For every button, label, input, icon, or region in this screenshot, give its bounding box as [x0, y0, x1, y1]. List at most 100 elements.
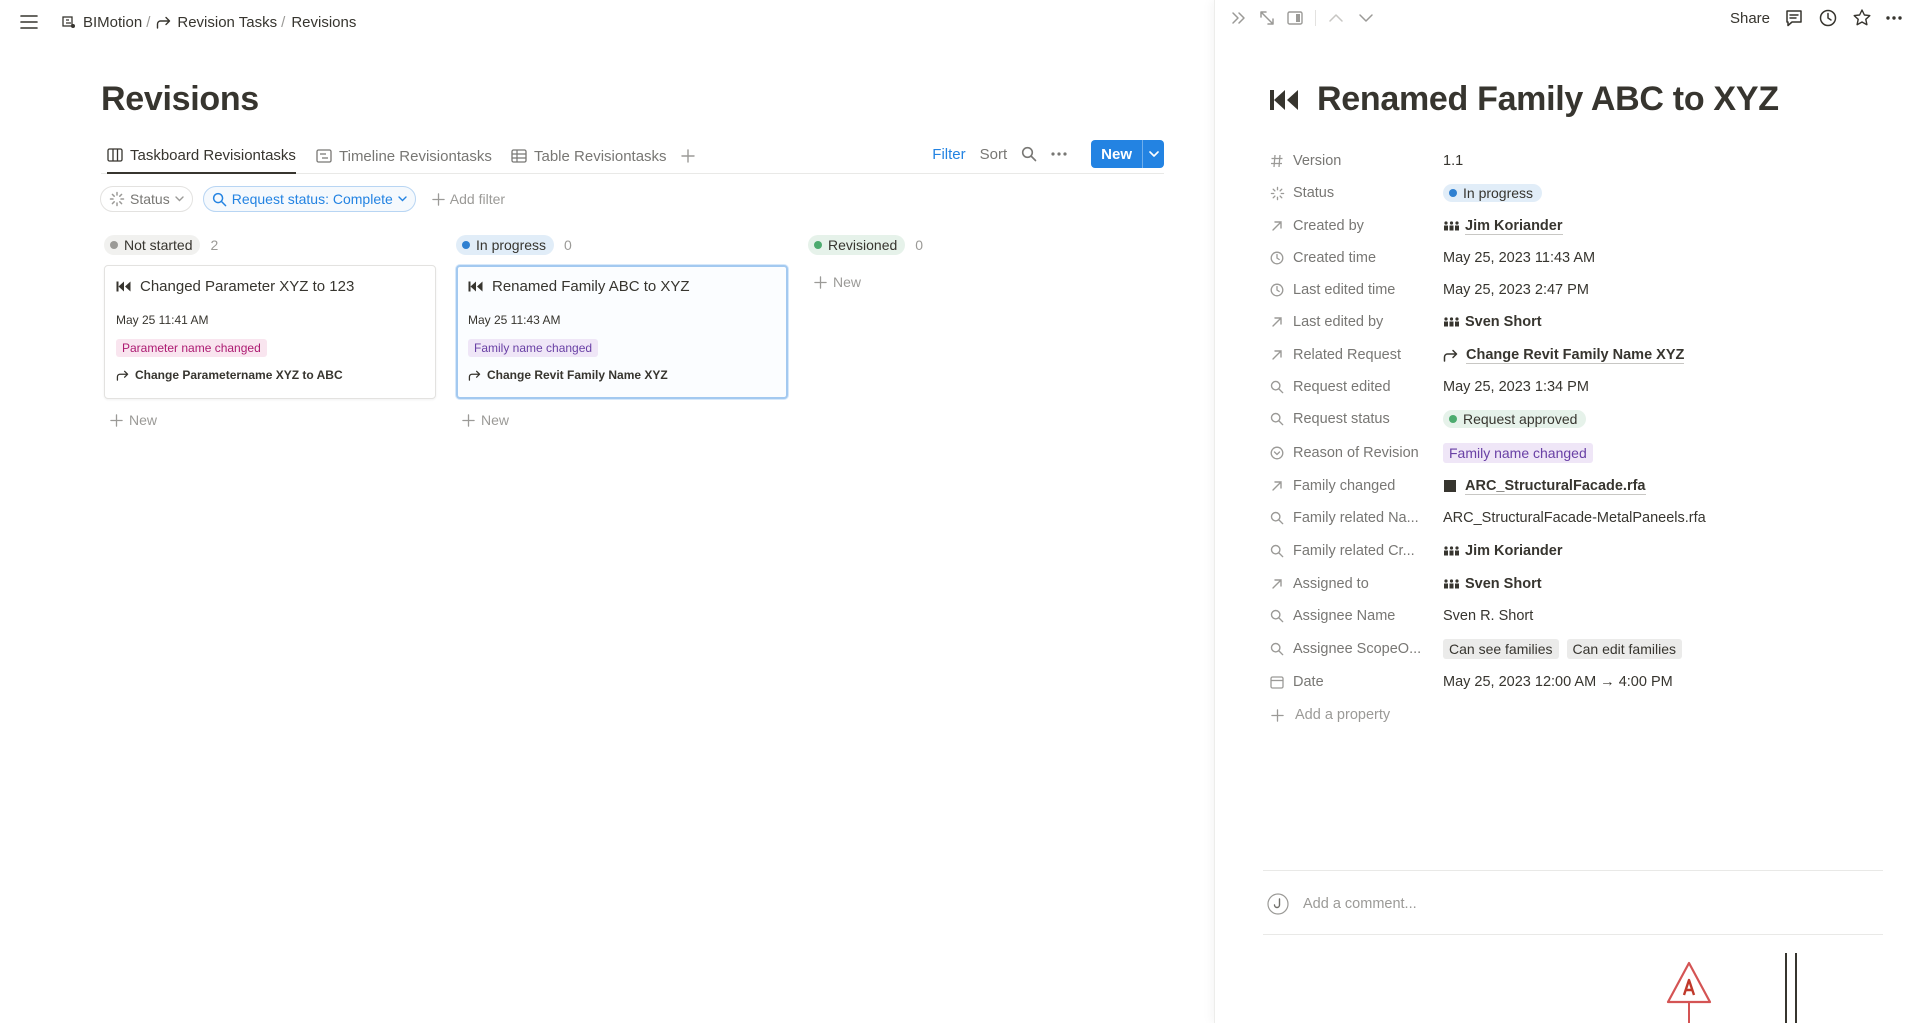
property-family-related-creator[interactable]: Family related Cr... Jim Koriander [1269, 534, 1889, 568]
chevron-up-icon[interactable] [1328, 13, 1344, 23]
clock-icon[interactable] [1818, 8, 1838, 28]
chevron-down-icon[interactable] [1358, 13, 1374, 23]
add-card-button[interactable]: New [462, 412, 509, 428]
add-card-button[interactable]: New [110, 412, 157, 428]
property-family-related-name[interactable]: Family related Na... ARC_StructuralFacad… [1269, 501, 1889, 535]
card-relation[interactable]: Change Parametername XYZ to ABC [116, 368, 343, 382]
property-name: Last edited by [1269, 314, 1443, 330]
property-family-changed[interactable]: Family changed ARC_StructuralFacade.rfa [1269, 469, 1889, 503]
doc-title-text[interactable]: Renamed Family ABC to XYZ [1317, 80, 1779, 119]
page-title: Revisions [101, 80, 259, 118]
search-icon [1269, 510, 1285, 526]
property-name: Family related Cr... [1269, 543, 1443, 559]
property-created-by[interactable]: Created by Jim Koriander [1269, 209, 1889, 243]
plus-icon [432, 192, 445, 206]
status-pill: In progress [456, 235, 555, 255]
rewind-icon[interactable] [1269, 89, 1299, 111]
add-card-label: New [129, 412, 158, 428]
request-edited-value: May 25, 2023 1:34 PM [1443, 379, 1589, 395]
property-value: ARC_StructuralFacade.rfa [1443, 478, 1646, 495]
breadcrumb-current[interactable]: Revisions [291, 14, 356, 31]
star-icon[interactable] [1852, 8, 1872, 28]
property-label: Status [1293, 185, 1335, 201]
arrow-return-icon [116, 370, 129, 381]
sort-button[interactable]: Sort [980, 146, 1008, 163]
breadcrumb-separator: / [146, 13, 151, 31]
comment-icon[interactable] [1784, 8, 1804, 28]
menu-icon[interactable] [16, 9, 42, 35]
breadcrumb-parent[interactable]: Revision Tasks [177, 14, 277, 31]
search-icon[interactable] [1021, 146, 1037, 162]
property-request-edited[interactable]: Request edited May 25, 2023 1:34 PM [1269, 370, 1889, 404]
share-button[interactable]: Share [1730, 10, 1770, 27]
property-status[interactable]: Status In progress [1269, 176, 1889, 210]
chevron-down-icon [398, 196, 407, 202]
add-card-button[interactable]: New [814, 274, 861, 290]
request-status-filter-label: Request status: Complete [231, 191, 393, 207]
column-header: Not started 2 [104, 233, 218, 257]
property-label: Related Request [1293, 347, 1402, 363]
search-icon [1269, 543, 1285, 559]
property-date[interactable]: Date May 25, 2023 12:00 AM → 4:00 PM [1269, 665, 1889, 699]
date-value: May 25, 2023 12:00 AM → 4:00 PM [1443, 674, 1673, 690]
status-dot [814, 241, 822, 249]
tab-timeline[interactable]: Timeline Revisiontasks [316, 138, 492, 174]
property-last-edited-time[interactable]: Last edited time May 25, 2023 2:47 PM [1269, 273, 1889, 307]
property-label: Assignee ScopeO... [1293, 641, 1422, 657]
board-card-selected[interactable]: Renamed Family ABC to XYZ May 25 11:43 A… [456, 265, 788, 399]
property-assignee-name[interactable]: Assignee Name Sven R. Short [1269, 599, 1889, 633]
person-chip[interactable]: Jim Koriander [1443, 543, 1563, 559]
property-reason[interactable]: Reason of Revision Family name changed [1269, 436, 1889, 470]
comment-box[interactable]: Add a comment... [1267, 893, 1417, 915]
request-status-filter[interactable]: Request status: Complete [202, 186, 416, 212]
breadcrumb-workspace[interactable]: BIMotion [83, 14, 142, 31]
property-created-time[interactable]: Created time May 25, 2023 11:43 AM [1269, 241, 1889, 275]
board-card[interactable]: Changed Parameter XYZ to 123 May 25 11:4… [104, 265, 436, 399]
side-peek-icon[interactable] [1287, 11, 1303, 25]
chevron-down-icon[interactable] [1142, 140, 1164, 168]
status-filter[interactable]: Status [100, 186, 193, 212]
expand-icon[interactable] [1259, 10, 1275, 26]
add-filter-button[interactable]: Add filter [426, 191, 511, 207]
card-date: May 25 11:41 AM [116, 313, 209, 327]
new-button[interactable]: New [1091, 140, 1164, 168]
property-assigned-to[interactable]: Assigned to Sven Short [1269, 567, 1889, 601]
plus-icon [1269, 707, 1285, 723]
property-version[interactable]: Version 1.1 [1269, 144, 1889, 178]
status-pill: Not started [104, 235, 201, 255]
person-chip[interactable]: Sven Short [1443, 314, 1542, 330]
property-name: Assignee ScopeO... [1269, 641, 1443, 657]
panel-toolbar [1231, 10, 1374, 26]
reason-tag[interactable]: Family name changed [1443, 443, 1593, 463]
filter-bar: Status Request status: Complete Add filt… [100, 186, 511, 212]
card-title: Renamed Family ABC to XYZ [468, 278, 690, 295]
add-view-button[interactable] [681, 138, 695, 174]
property-name: Family related Na... [1269, 510, 1443, 526]
add-property-button[interactable]: Add a property [1269, 698, 1889, 732]
property-name: Date [1269, 674, 1443, 690]
double-chevron-right-icon[interactable] [1231, 11, 1247, 25]
property-assignee-scope[interactable]: Assignee ScopeO... Can see families Can … [1269, 632, 1889, 666]
property-related-request[interactable]: Related Request Change Revit Family Name… [1269, 338, 1889, 372]
assignee-name-value: Sven R. Short [1443, 608, 1534, 624]
family-changed-link[interactable]: ARC_StructuralFacade.rfa [1465, 478, 1646, 495]
new-button-label: New [1101, 145, 1132, 163]
drawing-lines [1783, 953, 1799, 1023]
more-icon[interactable] [1886, 16, 1902, 20]
status-pill[interactable]: In progress [1443, 184, 1543, 202]
property-value: Family name changed [1443, 443, 1593, 463]
person-chip[interactable]: Jim Koriander [1443, 218, 1563, 235]
board-column-not-started: Not started 2 [104, 233, 218, 257]
tab-table[interactable]: Table Revisiontasks [511, 138, 667, 174]
related-request-link[interactable]: Change Revit Family Name XYZ [1466, 347, 1685, 364]
property-last-edited-by[interactable]: Last edited by Sven Short [1269, 305, 1889, 339]
person-chip[interactable]: Sven Short [1443, 576, 1542, 592]
filter-button[interactable]: Filter [932, 146, 965, 163]
card-relation[interactable]: Change Revit Family Name XYZ [468, 368, 668, 382]
property-value: Request approved [1443, 410, 1587, 428]
more-icon[interactable] [1051, 152, 1067, 156]
property-name: Related Request [1269, 347, 1443, 363]
tab-taskboard[interactable]: Taskboard Revisiontasks [107, 138, 296, 174]
search-icon [1269, 641, 1285, 657]
property-request-status[interactable]: Request status Request approved [1269, 402, 1889, 436]
